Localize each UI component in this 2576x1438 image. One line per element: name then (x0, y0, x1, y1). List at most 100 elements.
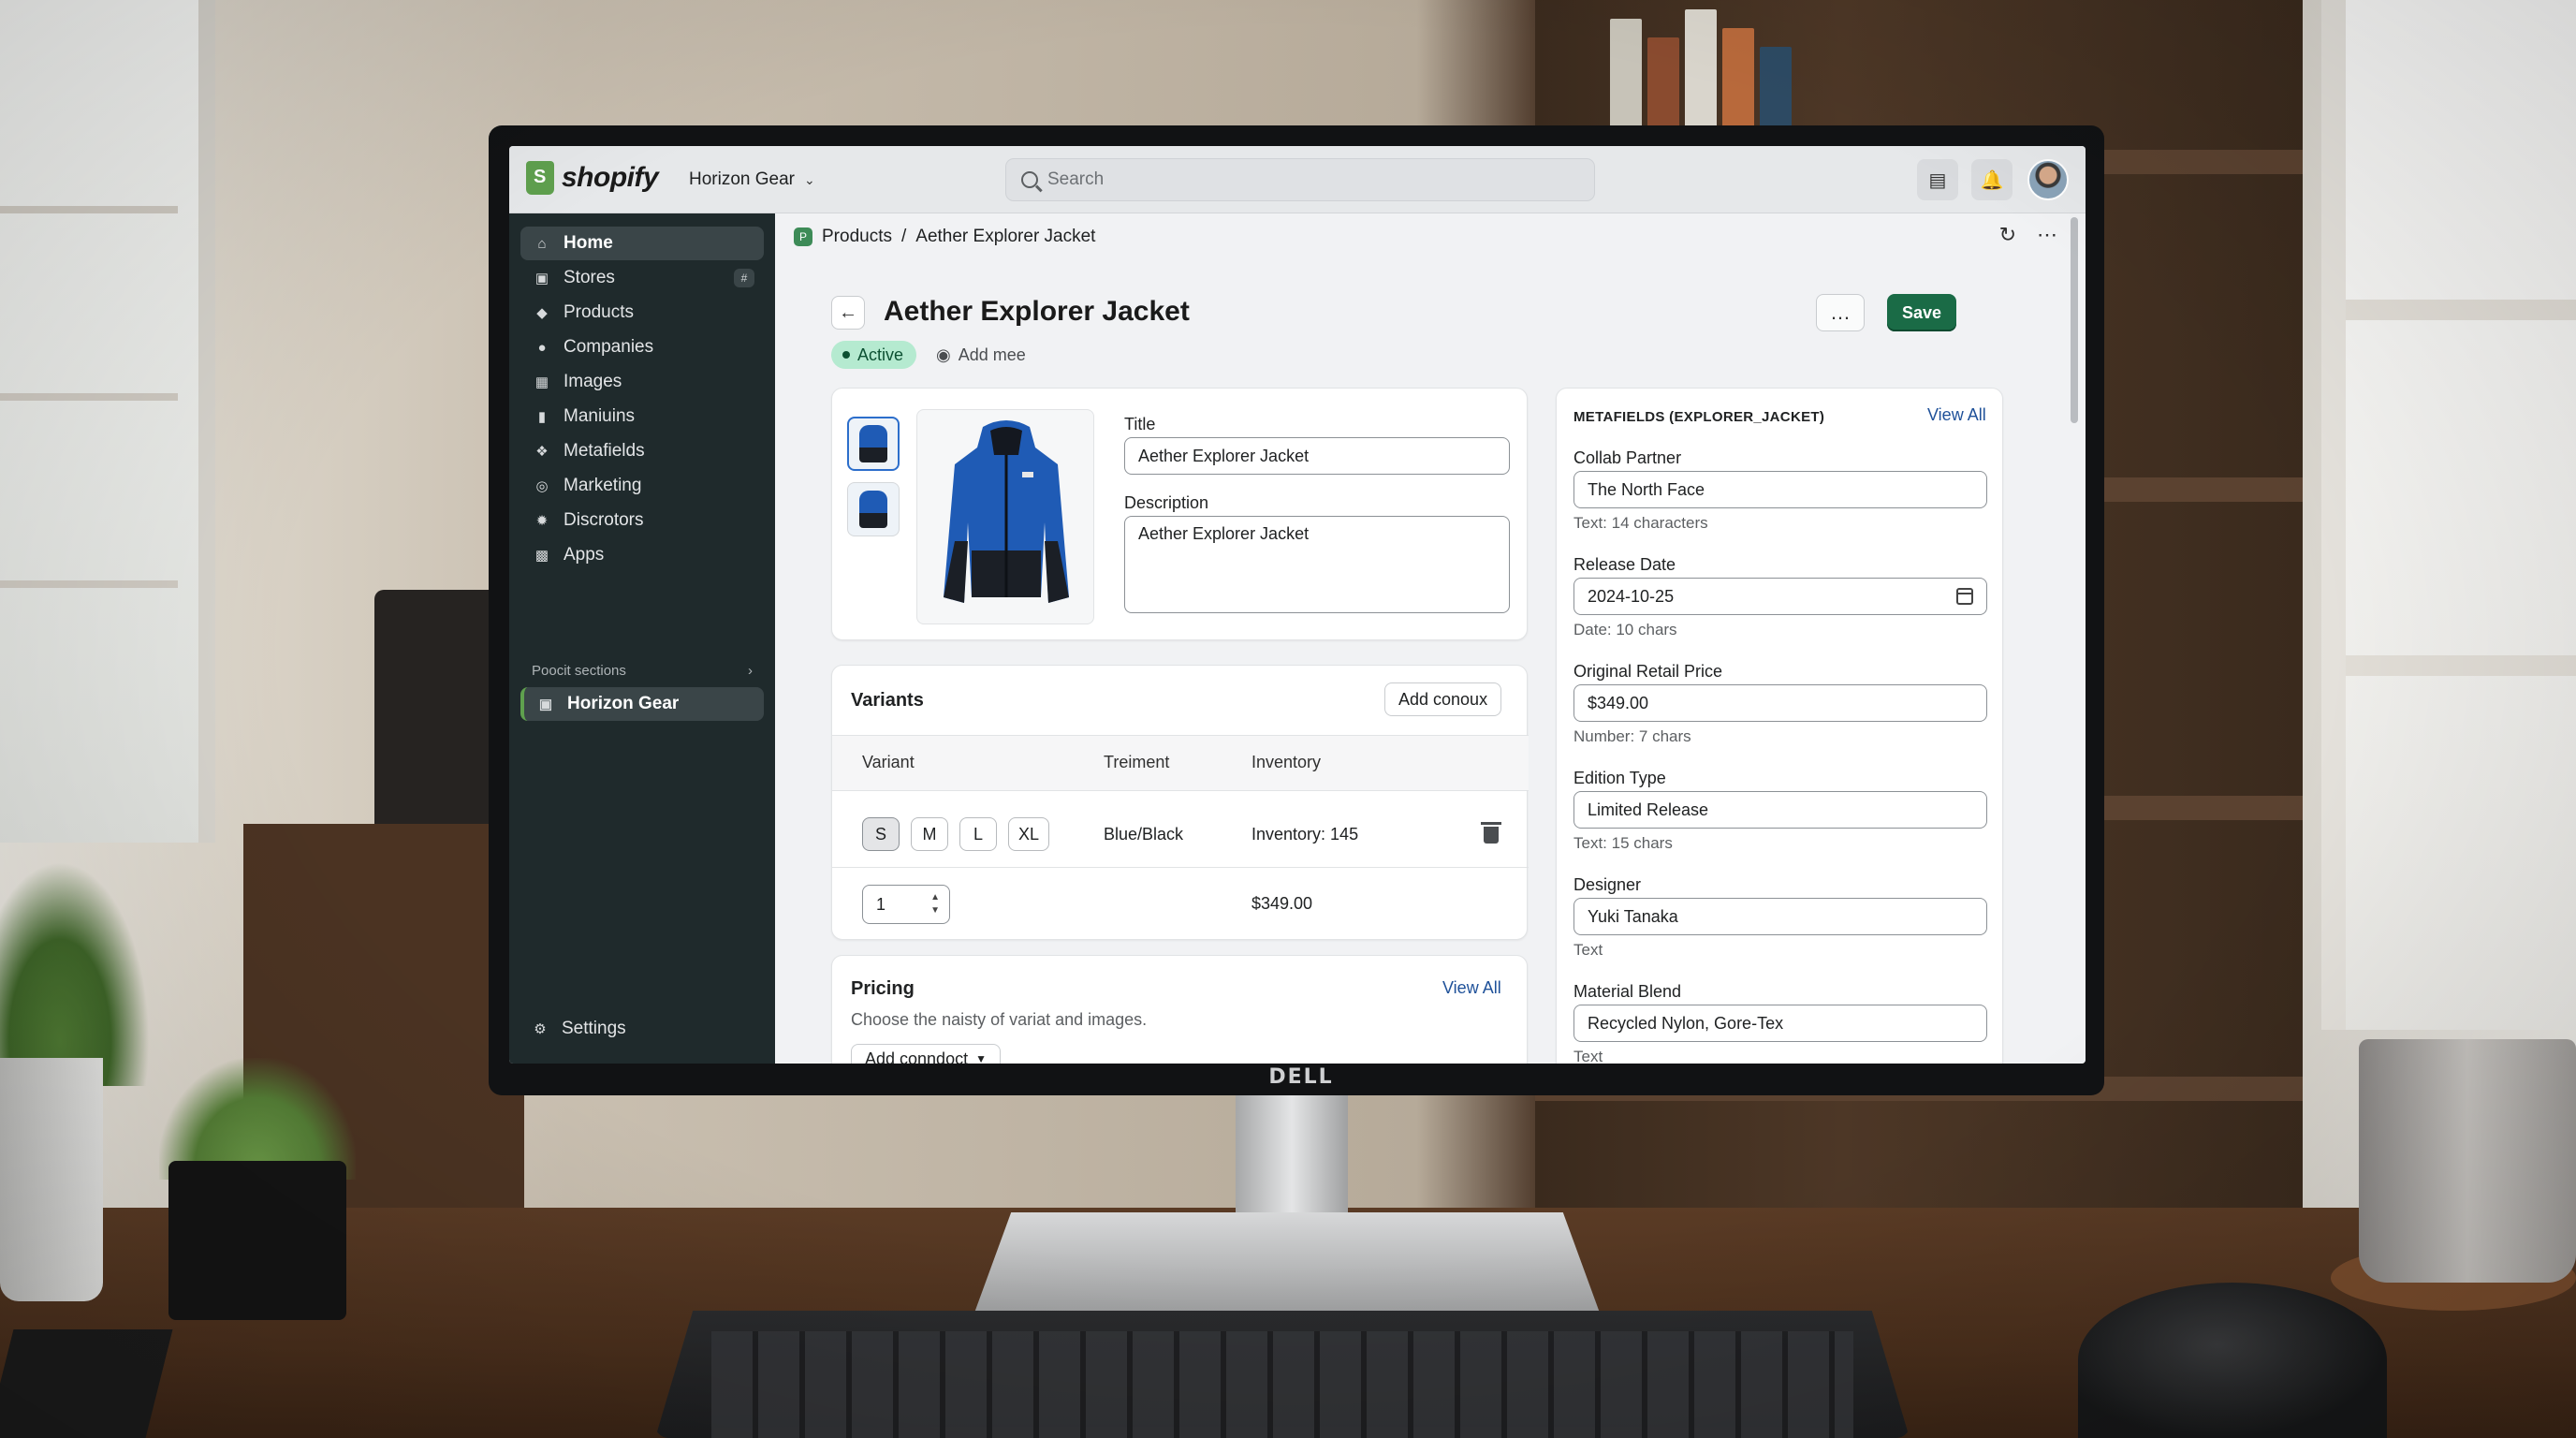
shopify-admin-screen: shopify Horizon Gear ⌄ Search ▤ 🔔 ⌂ Home… (509, 146, 2086, 1064)
metafield-release-date-input[interactable]: 2024-10-25 (1573, 578, 1987, 615)
status-dot (842, 351, 850, 359)
metafield-label: Material Blend (1573, 982, 1682, 1001)
add-variant-button[interactable]: Add conoux (1384, 682, 1502, 716)
tag-icon: ◆ (536, 305, 548, 321)
breadcrumb: P Products / Aether Explorer Jacket (794, 227, 1095, 247)
target-icon: ◎ (535, 478, 549, 494)
variant-treatment: Blue/Black (1104, 825, 1184, 844)
sidebar-item-products[interactable]: ◆ Products (520, 296, 764, 330)
arrow-left-icon: ← (839, 301, 857, 323)
nav-badge: # (734, 269, 754, 287)
store-name: Horizon Gear (689, 169, 795, 189)
header-actions: ↻ ⋯ (1999, 223, 2057, 247)
person-icon: ● (537, 339, 547, 356)
stepper-arrows-icon[interactable]: ▲ ▼ (930, 891, 940, 917)
store-switcher[interactable]: Horizon Gear ⌄ (676, 163, 828, 197)
monitor-brand: DELL (1268, 1065, 1334, 1089)
top-bar: shopify Horizon Gear ⌄ Search ▤ 🔔 (509, 146, 2086, 213)
sidebar-item-stores[interactable]: ▣ Stores # (520, 261, 764, 295)
metafield-hint: Date: 10 chars (1573, 621, 1677, 638)
metafield-label: Edition Type (1573, 769, 1666, 787)
sidebar-item-metafields[interactable]: ❖ Metafields (520, 434, 764, 468)
trash-icon[interactable] (1481, 822, 1501, 844)
sales-channels-header[interactable]: Poocit sections › (532, 663, 766, 679)
gear-icon: ⚙ (534, 1021, 547, 1037)
metafield-designer-input[interactable]: Yuki Tanaka (1573, 898, 1987, 935)
calendar-icon[interactable] (1956, 588, 1973, 605)
product-main-image[interactable] (916, 409, 1094, 624)
sidebar-item-settings[interactable]: ⚙ Settings (532, 1019, 625, 1039)
metafields-view-all-link[interactable]: View All (1927, 405, 1986, 425)
metafield-collab-input[interactable]: The North Face (1573, 471, 1987, 508)
notebook (0, 1329, 173, 1438)
metafield-icon: ❖ (535, 444, 549, 460)
jacket-illustration (944, 420, 1069, 603)
more-actions-button[interactable]: … (1816, 294, 1865, 331)
sidebar-item-maniuins[interactable]: ▮ Maniuins (520, 400, 764, 433)
metafield-hint: Text (1573, 1048, 1603, 1064)
back-button[interactable]: ← (831, 296, 865, 330)
pricing-card: Pricing View All Choose the naisty of va… (831, 955, 1528, 1064)
variants-title: Variants (851, 690, 924, 711)
size-option-xl[interactable]: XL (1008, 817, 1050, 851)
variants-card: Variants Add conoux Variant Treiment Inv… (831, 665, 1529, 940)
pricing-title: Pricing (851, 978, 915, 999)
pot-black (168, 1161, 346, 1320)
metafield-label: Designer (1573, 875, 1642, 894)
product-card: Title Aether Explorer Jacket Description… (831, 388, 1528, 640)
ellipsis-icon[interactable]: ⋯ (2037, 223, 2057, 247)
plant-left (0, 861, 150, 1086)
media-thumb-1[interactable] (847, 417, 900, 471)
metafield-material-input[interactable]: Recycled Nylon, Gore-Tex (1573, 1005, 1987, 1042)
variant-price: $349.00 (1251, 894, 1313, 913)
shopify-bag-icon (526, 161, 554, 195)
description-textarea[interactable]: Aether Explorer Jacket (1124, 516, 1510, 613)
size-option-m[interactable]: M (911, 817, 948, 851)
metafield-edition-input[interactable]: Limited Release (1573, 791, 1987, 829)
bell-icon[interactable]: 🔔 (1971, 159, 2012, 200)
sidebar-item-discrotors[interactable]: ✹ Discrotors (520, 504, 764, 537)
mug (2359, 1039, 2576, 1283)
sidebar-item-companies[interactable]: ● Companies (520, 330, 764, 364)
shopify-logo[interactable]: shopify (526, 161, 659, 195)
add-meta-button[interactable]: ◉ Add mee (936, 341, 1026, 369)
store-icon[interactable]: ▤ (1917, 159, 1958, 200)
media-thumb-2[interactable] (847, 482, 900, 536)
quantity-stepper[interactable]: 1 ▲ ▼ (862, 885, 950, 924)
sidebar: ⌂ Home ▣ Stores # ◆ Products ● Companies… (509, 213, 775, 1064)
breadcrumb-products[interactable]: Products (822, 227, 892, 247)
status-badge: Active (831, 341, 917, 369)
sidebar-item-images[interactable]: ▦ Images (520, 365, 764, 399)
bar-chart-icon: ▮ (537, 409, 547, 425)
chevron-down-icon: ⌄ (804, 171, 815, 187)
metafield-hint: Text: 15 chars (1573, 834, 1673, 852)
variant-inventory: Inventory: 145 (1251, 825, 1359, 844)
description-label: Description (1124, 493, 1209, 512)
right-window (2321, 0, 2576, 1030)
metafields-card: METAFIELDS (EXPLORER_JACKET) View All Co… (1556, 388, 2003, 1064)
metafield-price-input[interactable]: $349.00 (1573, 684, 1987, 722)
metafield-label: Original Retail Price (1573, 662, 1723, 681)
pot-left (0, 1058, 103, 1301)
avatar[interactable] (2027, 159, 2069, 200)
size-option-l[interactable]: L (959, 817, 997, 851)
sidebar-item-apps[interactable]: ▩ Apps (520, 538, 764, 572)
add-pricing-button[interactable]: Add conndoct ▼ (851, 1044, 1001, 1064)
image-icon: ▦ (534, 374, 549, 390)
table-row: S M L XL Blue/Black Inventory: 145 (832, 791, 1529, 868)
sidebar-item-channel[interactable]: ▣ Horizon Gear (520, 687, 764, 721)
metafield-hint: Text: 14 characters (1573, 514, 1708, 532)
title-label: Title (1124, 415, 1156, 433)
main-content: P Products / Aether Explorer Jacket ↻ ⋯ … (775, 213, 2086, 1064)
save-button[interactable]: Save (1887, 294, 1956, 331)
refresh-icon[interactable]: ↻ (1999, 223, 2016, 247)
scrollbar[interactable] (2071, 217, 2078, 423)
title-input[interactable]: Aether Explorer Jacket (1124, 437, 1510, 475)
search-input[interactable]: Search (1005, 158, 1595, 201)
size-option-s[interactable]: S (862, 817, 900, 851)
sidebar-item-marketing[interactable]: ◎ Marketing (520, 469, 764, 503)
sidebar-item-home[interactable]: ⌂ Home (520, 227, 764, 260)
page-title: Aether Explorer Jacket (884, 296, 1190, 327)
metafields-header: METAFIELDS (EXPLORER_JACKET) (1573, 409, 1825, 425)
pricing-view-all-link[interactable]: View All (1442, 978, 1501, 998)
